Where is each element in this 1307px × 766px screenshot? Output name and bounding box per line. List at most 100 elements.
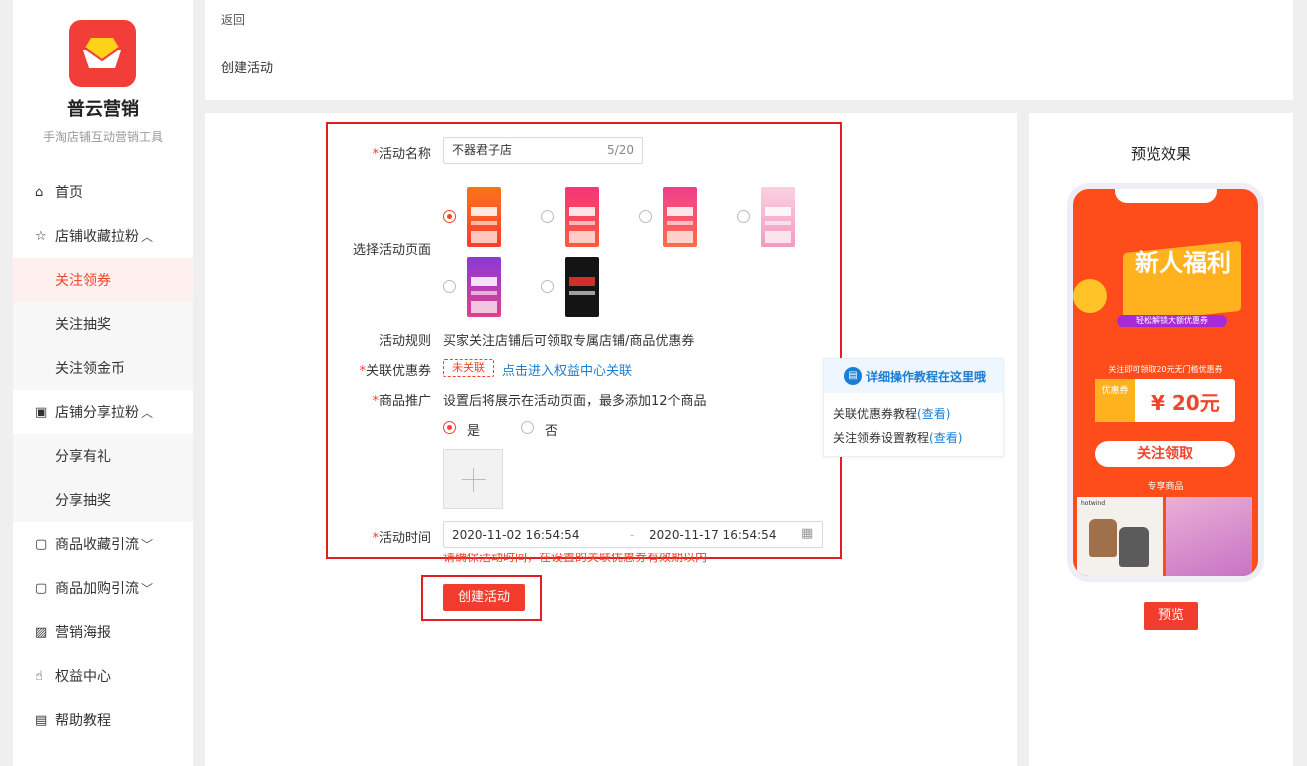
promo-label: *商品推广 <box>372 394 431 409</box>
app-subtitle: 手淘店铺互动营销工具 <box>42 130 163 144</box>
activity-name-input[interactable]: 不器君子店 5/20 <box>443 137 643 164</box>
sidebar-item-label: 商品加购引流 <box>55 581 139 597</box>
help-link-coupon[interactable]: 关联优惠券教程(查看) <box>833 405 950 422</box>
create-activity-button[interactable]: 创建活动 <box>443 584 525 611</box>
coupon-amount: ¥ 20元 <box>1151 391 1220 415</box>
back-link[interactable]: 返回 <box>221 11 245 28</box>
promo-no-label[interactable]: 否 <box>545 420 558 439</box>
promo-yes-radio[interactable] <box>443 421 456 434</box>
chevron-up-icon: ︿ <box>141 405 154 420</box>
coin-decoration <box>1073 279 1107 313</box>
sidebar-item-follow-coupon[interactable]: 关注领券 <box>13 258 193 302</box>
preview-coupon: 优惠券 ¥ 20元 <box>1095 379 1235 422</box>
sidebar-item-rights[interactable]: ☝ 权益中心 <box>13 654 193 698</box>
chevron-up-icon: ︿ <box>141 229 154 244</box>
date-separator: - <box>630 528 635 542</box>
sidebar-item-label: 关注领金币 <box>55 361 125 377</box>
sidebar-item-follow-coins[interactable]: 关注领金币 <box>13 346 193 390</box>
template-radio-4[interactable] <box>737 210 750 223</box>
promo-yes-label[interactable]: 是 <box>467 420 480 439</box>
sidebar-item-share-gift[interactable]: 分享有礼 <box>13 434 193 478</box>
add-product-button[interactable] <box>443 449 503 509</box>
template-radio-6[interactable] <box>541 280 554 293</box>
app-name: 普云营销 <box>67 99 139 120</box>
banner-title: 新人福利 <box>1135 249 1231 277</box>
template-radio-1[interactable] <box>443 210 456 223</box>
coupon-description: 关注即可领取20元无门槛优惠券 <box>1108 365 1223 374</box>
sidebar: 普云营销 手淘店铺互动营销工具 ⌂ 首页 ☆ 店铺收藏拉粉 ︿ 关注领券 关注抽… <box>13 0 193 766</box>
sidebar-item-share-lottery[interactable]: 分享抽奖 <box>13 478 193 522</box>
preview-title: 预览效果 <box>1130 145 1191 163</box>
doc-icon: ▤ <box>35 712 48 728</box>
template-thumb-5[interactable] <box>467 257 501 317</box>
sidebar-item-label: 关注抽奖 <box>55 317 111 333</box>
product-image-model <box>1166 497 1252 576</box>
sidebar-item-product-cart[interactable]: ▢ 商品加购引流 ﹀ <box>13 566 193 610</box>
sidebar-item-product-favorite[interactable]: ▢ 商品收藏引流 ﹀ <box>13 522 193 566</box>
phone-preview: 新人福利 轻松解锁大额优惠券 关注即可领取20元无门槛优惠券 优惠券 ¥ 20元… <box>1067 183 1264 582</box>
page-template-label: 选择活动页面 <box>352 243 431 258</box>
sidebar-nav: ⌂ 首页 ☆ 店铺收藏拉粉 ︿ 关注领券 关注抽奖 关注领金币 ▣ 店铺分享拉粉… <box>13 170 193 742</box>
sidebar-item-help[interactable]: ▤ 帮助教程 <box>13 698 193 742</box>
help-link-follow-coupon[interactable]: 关注领券设置教程(查看) <box>833 429 962 446</box>
promo-no-radio[interactable] <box>521 421 534 434</box>
end-date[interactable]: 2020-11-17 16:54:54 <box>649 528 776 542</box>
sidebar-item-label: 店铺收藏拉粉 <box>55 229 139 245</box>
template-thumb-3[interactable] <box>663 187 697 247</box>
star-icon: ☆ <box>35 228 47 244</box>
product-image-bags: hotwind <box>1077 497 1163 576</box>
calendar-icon[interactable]: ▦ <box>801 526 813 541</box>
promo-text: 设置后将展示在活动页面，最多添加12个商品 <box>443 394 707 409</box>
time-label: *活动时间 <box>372 531 431 546</box>
doc-icon: ▤ <box>844 367 862 385</box>
preview-button[interactable]: 预览 <box>1144 602 1198 630</box>
sidebar-item-store-follow[interactable]: ☆ 店铺收藏拉粉 ︿ <box>13 214 193 258</box>
thumb-icon: ☝ <box>35 668 43 684</box>
page-header: 返回 创建活动 <box>205 0 1293 100</box>
sidebar-item-label: 店铺分享拉粉 <box>55 405 139 421</box>
template-thumb-6[interactable] <box>565 257 599 317</box>
bag-icon: ▢ <box>35 536 48 552</box>
banner-subtitle: 轻松解锁大额优惠券 <box>1117 315 1227 327</box>
template-thumb-2[interactable] <box>565 187 599 247</box>
template-radio-2[interactable] <box>541 210 554 223</box>
template-radio-5[interactable] <box>443 280 456 293</box>
follow-claim-button: 关注领取 <box>1095 441 1235 467</box>
app-logo <box>69 20 136 87</box>
activity-name-label: *活动名称 <box>372 147 431 162</box>
coupon-link[interactable]: 点击进入权益中心关联 <box>502 360 632 379</box>
store-icon: ▣ <box>35 404 48 420</box>
chevron-down-icon: ﹀ <box>141 537 154 552</box>
sidebar-item-label: 分享抽奖 <box>55 493 111 509</box>
sidebar-item-poster[interactable]: ▨ 营销海报 <box>13 610 193 654</box>
cart-bag-icon: ▢ <box>35 580 48 596</box>
sidebar-item-store-share[interactable]: ▣ 店铺分享拉粉 ︿ <box>13 390 193 434</box>
sidebar-item-label: 分享有礼 <box>55 449 111 465</box>
coupon-label: *关联优惠券 <box>359 364 431 379</box>
sidebar-item-home[interactable]: ⌂ 首页 <box>13 170 193 214</box>
products-label: 专享商品 <box>1147 482 1184 492</box>
rules-label: 活动规则 <box>378 334 431 349</box>
sidebar-item-label: 营销海报 <box>55 625 111 641</box>
help-popover: ▤ 详细操作教程在这里哦 关联优惠券教程(查看) 关注领券设置教程(查看) <box>823 358 1004 457</box>
template-thumb-4[interactable] <box>761 187 795 247</box>
page-title: 创建活动 <box>221 61 274 76</box>
start-date[interactable]: 2020-11-02 16:54:54 <box>452 528 579 542</box>
preview-panel: 预览效果 新人福利 轻松解锁大额优惠券 关注即可领取20元无门槛优惠券 优惠券 … <box>1029 113 1293 766</box>
rules-text: 买家关注店铺后可领取专属店铺/商品优惠券 <box>443 334 695 349</box>
home-icon: ⌂ <box>35 184 44 200</box>
template-thumb-1[interactable] <box>467 187 501 247</box>
time-warning: 请确保活动时间，在设置的关联优惠券有效期以内 <box>443 553 708 564</box>
coupon-side-label: 优惠券 <box>1095 379 1135 422</box>
help-header: ▤ 详细操作教程在这里哦 <box>824 359 1003 393</box>
sidebar-item-label: 关注领券 <box>55 273 111 289</box>
coupon-status-tag: 未关联 <box>443 359 494 377</box>
sidebar-item-label: 权益中心 <box>55 669 111 685</box>
sidebar-item-label: 首页 <box>55 185 83 201</box>
sidebar-item-follow-lottery[interactable]: 关注抽奖 <box>13 302 193 346</box>
sidebar-item-label: 帮助教程 <box>55 713 111 729</box>
sidebar-item-label: 商品收藏引流 <box>55 537 139 553</box>
template-radio-3[interactable] <box>639 210 652 223</box>
chevron-down-icon: ﹀ <box>141 581 154 596</box>
date-range-picker[interactable]: 2020-11-02 16:54:54 - 2020-11-17 16:54:5… <box>443 521 823 548</box>
